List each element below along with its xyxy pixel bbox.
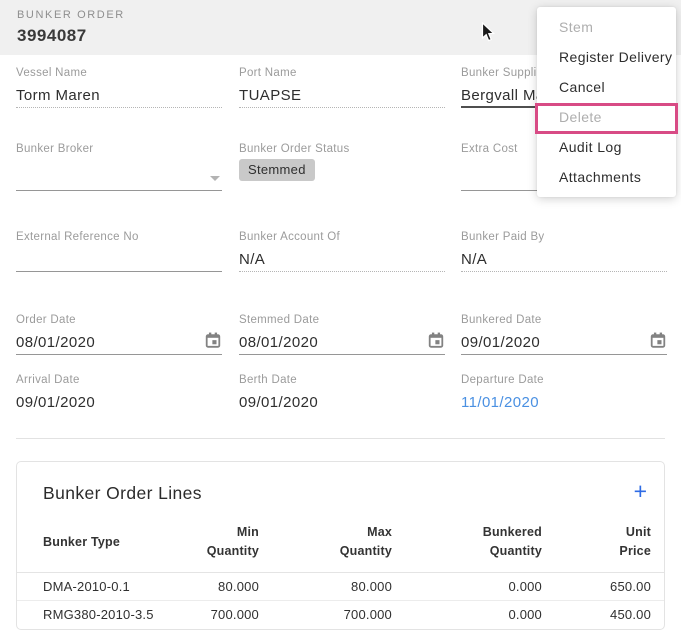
- order-date-label: Order Date: [16, 313, 222, 327]
- bunker-order-lines-title: Bunker Order Lines: [43, 483, 202, 504]
- menu-item-attachments[interactable]: Attachments: [537, 162, 676, 192]
- bunker-account-of-value[interactable]: N/A: [239, 250, 445, 272]
- col-header-unit-price: UnitPrice: [542, 521, 664, 573]
- bunker-broker-field[interactable]: Bunker Broker: [16, 142, 222, 191]
- port-name-value[interactable]: TUAPSE: [239, 86, 445, 108]
- berth-date-label: Berth Date: [239, 373, 445, 387]
- col-header-bunkered-quantity: BunkeredQuantity: [392, 521, 542, 573]
- cell-max-quantity[interactable]: 700.000: [259, 601, 392, 629]
- cell-bunkered-quantity[interactable]: 0.000: [392, 573, 542, 601]
- departure-date-field[interactable]: Departure Date 11/01/2020: [461, 373, 667, 415]
- departure-date-label: Departure Date: [461, 373, 667, 387]
- bunkered-date-label: Bunkered Date: [461, 313, 667, 327]
- bunker-broker-label: Bunker Broker: [16, 142, 222, 156]
- stemmed-date-label: Stemmed Date: [239, 313, 445, 327]
- bunkered-date-field[interactable]: Bunkered Date 09/01/2020: [461, 313, 667, 355]
- arrival-date-value: 09/01/2020: [16, 393, 222, 415]
- external-reference-value[interactable]: [16, 250, 222, 272]
- table-row[interactable]: DMA-2010-0.1 80.000 80.000 0.000 650.00: [17, 573, 664, 601]
- external-reference-label: External Reference No: [16, 230, 222, 244]
- col-header-bunker-type: Bunker Type: [17, 521, 163, 573]
- cell-bunkered-quantity[interactable]: 0.000: [392, 601, 542, 629]
- order-lines-table: Bunker Type MinQuantity MaxQuantity Bunk…: [17, 521, 664, 629]
- bunker-broker-value[interactable]: [16, 162, 222, 191]
- order-date-value[interactable]: 08/01/2020: [16, 333, 222, 355]
- table-row[interactable]: RMG380-2010-3.5 700.000 700.000 0.000 45…: [17, 601, 664, 629]
- section-divider: [16, 438, 665, 439]
- menu-item-delete: Delete: [537, 102, 676, 132]
- menu-item-audit-log[interactable]: Audit Log: [537, 132, 676, 162]
- vessel-name-value[interactable]: Torm Maren: [16, 86, 222, 108]
- port-name-field[interactable]: Port Name TUAPSE: [239, 66, 445, 108]
- bunker-account-of-label: Bunker Account Of: [239, 230, 445, 244]
- cell-min-quantity[interactable]: 80.000: [163, 573, 259, 601]
- menu-item-cancel[interactable]: Cancel: [537, 72, 676, 102]
- cell-min-quantity[interactable]: 700.000: [163, 601, 259, 629]
- order-context-menu: Stem Register Delivery Cancel Delete Aud…: [537, 7, 676, 197]
- stemmed-date-value[interactable]: 08/01/2020: [239, 333, 445, 355]
- external-reference-field[interactable]: External Reference No: [16, 230, 222, 272]
- bunker-order-status-field: Bunker Order Status Stemmed: [239, 142, 445, 181]
- menu-item-stem: Stem: [537, 12, 676, 42]
- bunker-paid-by-value[interactable]: N/A: [461, 250, 667, 272]
- cell-bunker-type[interactable]: DMA-2010-0.1: [17, 573, 163, 601]
- calendar-icon[interactable]: [427, 331, 445, 350]
- table-header-row: Bunker Type MinQuantity MaxQuantity Bunk…: [17, 521, 664, 573]
- cell-unit-price[interactable]: 650.00: [542, 573, 664, 601]
- page-title: BUNKER ORDER: [17, 9, 125, 21]
- bunkered-date-value[interactable]: 09/01/2020: [461, 333, 667, 355]
- cell-unit-price[interactable]: 450.00: [542, 601, 664, 629]
- chevron-down-icon[interactable]: [210, 176, 220, 181]
- bunker-paid-by-field[interactable]: Bunker Paid By N/A: [461, 230, 667, 272]
- col-header-min-quantity: MinQuantity: [163, 521, 259, 573]
- calendar-icon[interactable]: [204, 331, 222, 350]
- arrival-date-field: Arrival Date 09/01/2020: [16, 373, 222, 415]
- vessel-name-label: Vessel Name: [16, 66, 222, 80]
- port-name-label: Port Name: [239, 66, 445, 80]
- cell-bunker-type[interactable]: RMG380-2010-3.5: [17, 601, 163, 629]
- stemmed-date-field[interactable]: Stemmed Date 08/01/2020: [239, 313, 445, 355]
- bunker-order-status-label: Bunker Order Status: [239, 142, 445, 156]
- bunker-account-of-field[interactable]: Bunker Account Of N/A: [239, 230, 445, 272]
- bunker-paid-by-label: Bunker Paid By: [461, 230, 667, 244]
- status-badge: Stemmed: [239, 159, 315, 181]
- add-line-button[interactable]: +: [634, 478, 647, 504]
- order-date-field[interactable]: Order Date 08/01/2020: [16, 313, 222, 355]
- cell-max-quantity[interactable]: 80.000: [259, 573, 392, 601]
- arrival-date-label: Arrival Date: [16, 373, 222, 387]
- departure-date-value[interactable]: 11/01/2020: [461, 393, 667, 415]
- menu-item-register-delivery[interactable]: Register Delivery: [537, 42, 676, 72]
- vessel-name-field[interactable]: Vessel Name Torm Maren: [16, 66, 222, 108]
- bunker-order-lines-card: Bunker Order Lines + Bunker Type MinQuan…: [16, 461, 665, 630]
- calendar-icon[interactable]: [649, 331, 667, 350]
- order-number: 3994087: [17, 26, 87, 46]
- col-header-max-quantity: MaxQuantity: [259, 521, 392, 573]
- berth-date-value: 09/01/2020: [239, 393, 445, 415]
- berth-date-field: Berth Date 09/01/2020: [239, 373, 445, 415]
